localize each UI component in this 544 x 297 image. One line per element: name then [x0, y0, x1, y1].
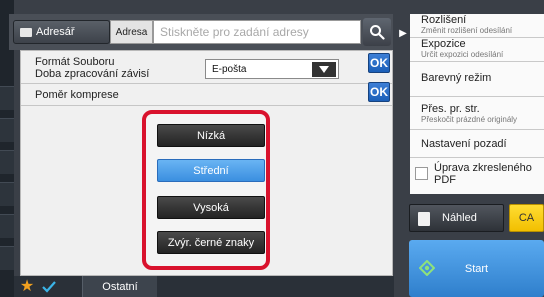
right-menu: Rozlišení Změnit rozlišení odesílání Exp…: [410, 14, 544, 194]
menu-item-title: Nastavení pozadí: [421, 138, 507, 150]
menu-item-skip-blank[interactable]: Přes. pr. str. Přeskočit prázdné originá…: [410, 97, 544, 130]
compression-options-popup: Nízká Střední Vysoká Zvýr. černé znaky: [142, 110, 270, 270]
menu-item-title: Úprava zkresleného: [434, 162, 532, 174]
menu-item-title-line2: PDF: [434, 174, 456, 186]
compression-option-high[interactable]: Vysoká: [157, 196, 265, 219]
address-book-button[interactable]: Adresář: [13, 20, 110, 44]
compression-option-low[interactable]: Nízká: [157, 124, 265, 147]
checkmark-icon[interactable]: [40, 278, 58, 296]
settings-panel: Formát Souboru Doba zpracování závisí E-…: [20, 50, 393, 276]
other-button[interactable]: Ostatní: [82, 276, 157, 297]
address-book-label: Adresář: [36, 26, 75, 38]
favorite-star-icon[interactable]: ★: [18, 278, 36, 296]
address-bar: Adresář Adresa Stiskněte pro zadání adre…: [9, 14, 393, 50]
address-book-icon: [20, 27, 32, 37]
menu-item-title: Barevný režim: [421, 72, 492, 84]
compression-option-enhanced-black[interactable]: Zvýr. černé znaky: [157, 231, 265, 254]
start-label: Start: [464, 262, 489, 275]
address-input[interactable]: Stiskněte pro zadání adresy: [153, 20, 361, 44]
menu-item-subtitle: Určit expozici odesílání: [421, 50, 504, 59]
menu-item-resolution[interactable]: Rozlišení Změnit rozlišení odesílání: [410, 14, 544, 38]
file-format-note: Doba zpracování závisí: [35, 68, 150, 80]
screen: Adresář Adresa Stiskněte pro zadání adre…: [0, 0, 544, 297]
start-button[interactable]: Start: [409, 240, 544, 297]
file-format-value: E-pošta: [212, 63, 247, 75]
search-button[interactable]: [363, 18, 391, 46]
start-icon: [419, 260, 435, 276]
pdf-distortion-checkbox[interactable]: [415, 167, 428, 180]
menu-item-subtitle: Přeskočit prázdné originály: [421, 115, 518, 124]
menu-item-color-mode[interactable]: Barevný režim: [410, 62, 544, 97]
format-ok-button[interactable]: OK: [368, 53, 390, 73]
collapse-arrow-icon[interactable]: ▶: [397, 20, 409, 46]
preview-label: Náhled: [442, 212, 477, 224]
menu-item-title: Expozice: [421, 38, 466, 50]
file-format-title: Formát Souboru: [35, 56, 115, 68]
divider: [21, 105, 392, 106]
dropdown-arrow-icon: [312, 62, 336, 77]
address-label: Adresa: [110, 20, 153, 44]
menu-item-subtitle: Změnit rozlišení odesílání: [421, 26, 513, 35]
preview-icon: [418, 212, 430, 226]
menu-item-exposure[interactable]: Expozice Určit expozici odesílání: [410, 38, 544, 62]
rail-tab[interactable]: [0, 246, 14, 270]
rail-tab[interactable]: [0, 150, 14, 174]
rail-tab[interactable]: [0, 86, 14, 110]
preview-button[interactable]: Náhled: [409, 204, 504, 232]
menu-item-pdf-distortion[interactable]: Úprava zkresleného PDF: [410, 158, 544, 194]
compression-ok-button[interactable]: OK: [368, 82, 390, 102]
clear-all-button[interactable]: CA: [509, 204, 544, 232]
menu-item-title: Přes. pr. str.: [421, 103, 480, 115]
compression-option-medium[interactable]: Střední: [157, 159, 265, 182]
divider: [21, 83, 392, 84]
search-icon: [370, 25, 385, 40]
rail-tab[interactable]: [0, 182, 14, 206]
menu-item-title: Rozlišení: [421, 14, 467, 26]
compression-ratio-label: Poměr komprese: [35, 89, 119, 101]
bottom-bar: ★ Ostatní: [14, 276, 394, 297]
rail-tab[interactable]: [0, 214, 14, 238]
file-format-select[interactable]: E-pošta: [205, 59, 339, 79]
file-format-label: Formát Souboru Doba zpracování závisí: [35, 56, 149, 80]
rail-tab[interactable]: [0, 118, 14, 142]
menu-item-background[interactable]: Nastavení pozadí: [410, 130, 544, 158]
